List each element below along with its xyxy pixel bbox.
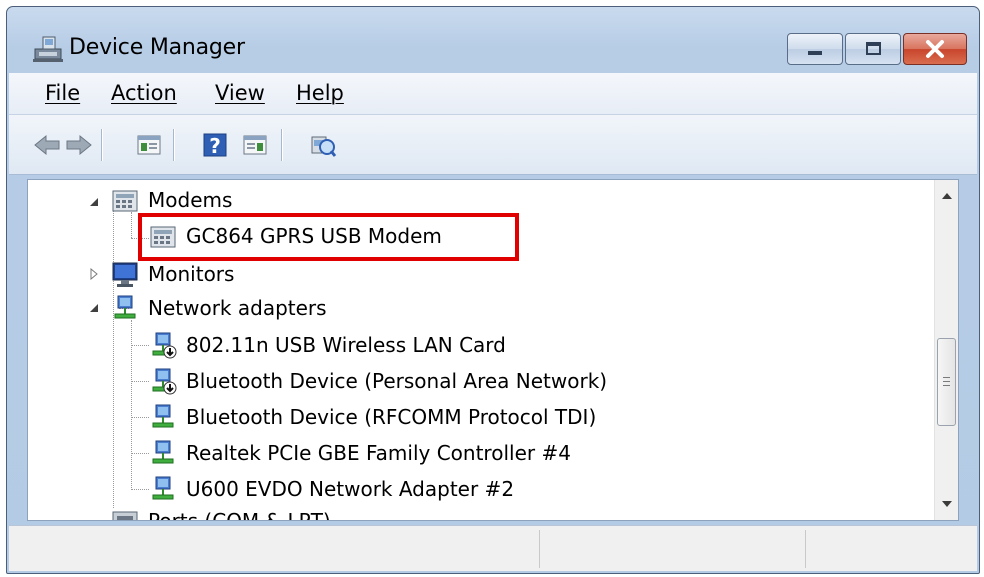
menu-view[interactable]: View — [215, 81, 265, 105]
toolbar: ? — [9, 115, 977, 175]
monitor-icon — [112, 262, 138, 287]
device-manager-icon — [33, 36, 63, 62]
tree-category-label: Ports (COM & LPT) — [148, 509, 331, 521]
toolbar-separator — [173, 129, 175, 161]
toolbar-separator — [281, 129, 283, 161]
tree-item-label: Bluetooth Device (Personal Area Network) — [186, 369, 608, 393]
tree-item-realtek-controller[interactable]: Realtek PCIe GBE Family Controller #4 — [148, 437, 571, 469]
tree-item-label: 802.11n USB Wireless LAN Card — [186, 333, 506, 357]
tree-category-label: Network adapters — [148, 296, 327, 320]
back-arrow-icon[interactable] — [33, 131, 61, 159]
vertical-scrollbar[interactable] — [934, 180, 958, 520]
tree-item-wireless-lan-card[interactable]: 802.11n USB Wireless LAN Card — [148, 329, 506, 361]
collapse-arrow-icon[interactable] — [88, 302, 100, 314]
network-adapter-icon — [152, 404, 174, 428]
scroll-down-arrow-icon[interactable] — [935, 492, 959, 516]
forward-arrow-icon[interactable] — [65, 131, 93, 159]
toolbar-separator — [101, 129, 103, 161]
maximize-icon — [866, 42, 881, 55]
status-pane — [9, 530, 540, 568]
collapse-arrow-icon[interactable] — [88, 196, 100, 208]
menu-file[interactable]: File — [45, 81, 80, 105]
tree-line — [131, 453, 149, 454]
tree-line — [131, 489, 149, 490]
scroll-thumb[interactable] — [937, 338, 956, 426]
modem-icon — [112, 190, 138, 212]
network-adapter-icon — [152, 476, 174, 500]
tree-category-label: Monitors — [148, 262, 235, 286]
menu-action[interactable]: Action — [111, 81, 177, 105]
tree-item-label: Bluetooth Device (RFCOMM Protocol TDI) — [186, 405, 597, 429]
device-manager-window: Device Manager File Action View Help ? M… — [6, 6, 980, 574]
tree-line — [131, 345, 149, 346]
network-adapter-icon — [114, 295, 136, 319]
status-bar — [9, 525, 977, 571]
device-tree[interactable]: Modems GC864 GPRS USB Modem Monitors Net… — [27, 179, 959, 521]
scroll-up-arrow-icon[interactable] — [935, 184, 959, 208]
properties-icon[interactable] — [241, 131, 269, 159]
tree-line — [131, 417, 149, 418]
network-adapter-disabled-icon — [152, 368, 177, 395]
tree-line — [113, 208, 114, 508]
network-adapter-icon — [152, 440, 174, 464]
window-title: Device Manager — [69, 35, 245, 60]
show-hide-console-tree-icon[interactable] — [135, 131, 163, 159]
minimize-icon — [808, 51, 822, 55]
minimize-button[interactable] — [787, 33, 843, 65]
tree-item-bluetooth-rfcomm[interactable]: Bluetooth Device (RFCOMM Protocol TDI) — [148, 401, 596, 433]
tree-category-label: Modems — [148, 188, 233, 212]
tree-category-network-adapters[interactable]: Network adapters — [110, 292, 327, 324]
tree-category-ports[interactable]: Ports (COM & LPT) — [110, 505, 331, 521]
grip-icon — [943, 377, 950, 386]
title-bar[interactable]: Device Manager — [7, 7, 979, 69]
tree-category-monitors[interactable]: Monitors — [110, 258, 234, 290]
tree-item-label: U600 EVDO Network Adapter #2 — [186, 477, 515, 501]
highlight-box — [138, 213, 519, 261]
menu-help[interactable]: Help — [296, 81, 344, 105]
tree-line — [131, 381, 149, 382]
tree-item-u600-evdo-adapter[interactable]: U600 EVDO Network Adapter #2 — [148, 473, 514, 505]
tree-item-bluetooth-pan[interactable]: Bluetooth Device (Personal Area Network) — [148, 365, 607, 397]
close-button[interactable] — [903, 33, 967, 65]
menu-bar: File Action View Help — [9, 73, 977, 115]
svg-text:?: ? — [209, 134, 221, 158]
tree-item-label: Realtek PCIe GBE Family Controller #4 — [186, 441, 571, 465]
scan-hardware-changes-icon[interactable] — [309, 131, 337, 159]
expand-arrow-icon[interactable] — [88, 268, 100, 280]
close-icon — [926, 40, 944, 58]
tree-category-modems[interactable]: Modems — [110, 184, 232, 216]
network-adapter-disabled-icon — [152, 332, 177, 359]
caption-buttons — [785, 33, 967, 67]
maximize-button[interactable] — [845, 33, 901, 65]
help-icon[interactable]: ? — [201, 131, 229, 159]
status-pane — [540, 530, 806, 568]
port-icon — [112, 511, 138, 520]
